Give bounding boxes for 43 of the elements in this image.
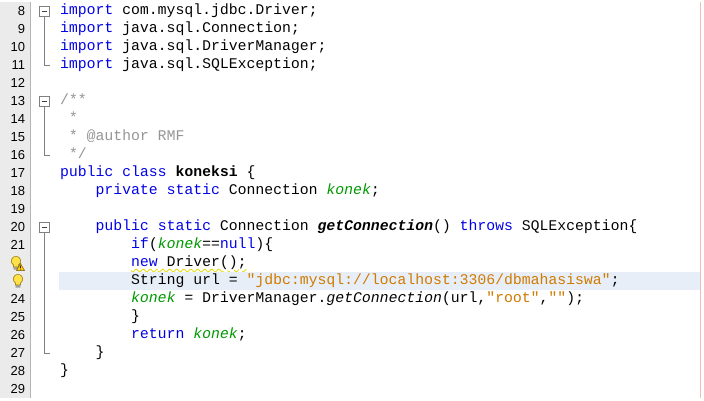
line-number: 26 [10, 326, 25, 344]
lightbulb-icon[interactable] [11, 273, 25, 289]
line-number: 21 [10, 236, 25, 254]
line-number: 25 [10, 308, 25, 326]
line-number: 8 [18, 2, 25, 20]
code-line: * @author RMF [68, 128, 186, 146]
line-number: 27 [10, 344, 25, 362]
line-number: 13 [10, 92, 25, 110]
code-line: } [130, 308, 141, 326]
code-line: public class koneksi { [59, 164, 256, 182]
code-line: new Driver(); [130, 254, 248, 272]
code-line: import com.mysql.jdbc.Driver; [59, 2, 319, 20]
fold-toggle-icon[interactable] [39, 96, 50, 107]
code-line: import java.sql.DriverManager; [59, 38, 328, 56]
line-number: 28 [10, 362, 25, 380]
fold-toggle-icon[interactable] [39, 6, 50, 17]
line-number: 24 [10, 290, 25, 308]
code-line: } [59, 362, 70, 380]
code-line: private static Connection konek; [94, 182, 381, 200]
line-number: 29 [10, 380, 25, 398]
code-line: public static Connection getConnection() throws SQLException{ [94, 218, 638, 236]
line-number: 14 [10, 110, 25, 128]
code-line: konek = DriverManager.getConnection(url,"root",""); [130, 290, 585, 308]
line-number: 11 [12, 56, 25, 74]
code-line: import java.sql.Connection; [59, 20, 301, 38]
fold-toggle-icon[interactable] [39, 222, 50, 233]
code-line: * [68, 110, 79, 128]
line-number: 9 [18, 20, 25, 38]
line-number: 12 [10, 74, 25, 92]
code-line: /** [59, 92, 88, 110]
line-number: 16 [10, 146, 25, 164]
warning-lightbulb-icon[interactable] [9, 255, 25, 271]
line-number: 19 [10, 200, 25, 218]
code-line: if(konek==null){ [130, 236, 274, 254]
code-line: } [94, 344, 106, 362]
line-number: 10 [10, 38, 25, 56]
code-line: */ [68, 146, 88, 164]
line-number: 20 [10, 218, 25, 236]
line-number: 17 [10, 164, 25, 182]
code-line: return konek; [130, 326, 248, 344]
line-number: 18 [10, 182, 25, 200]
code-line: import java.sql.SQLException; [59, 56, 319, 74]
line-number: 15 [10, 128, 25, 146]
